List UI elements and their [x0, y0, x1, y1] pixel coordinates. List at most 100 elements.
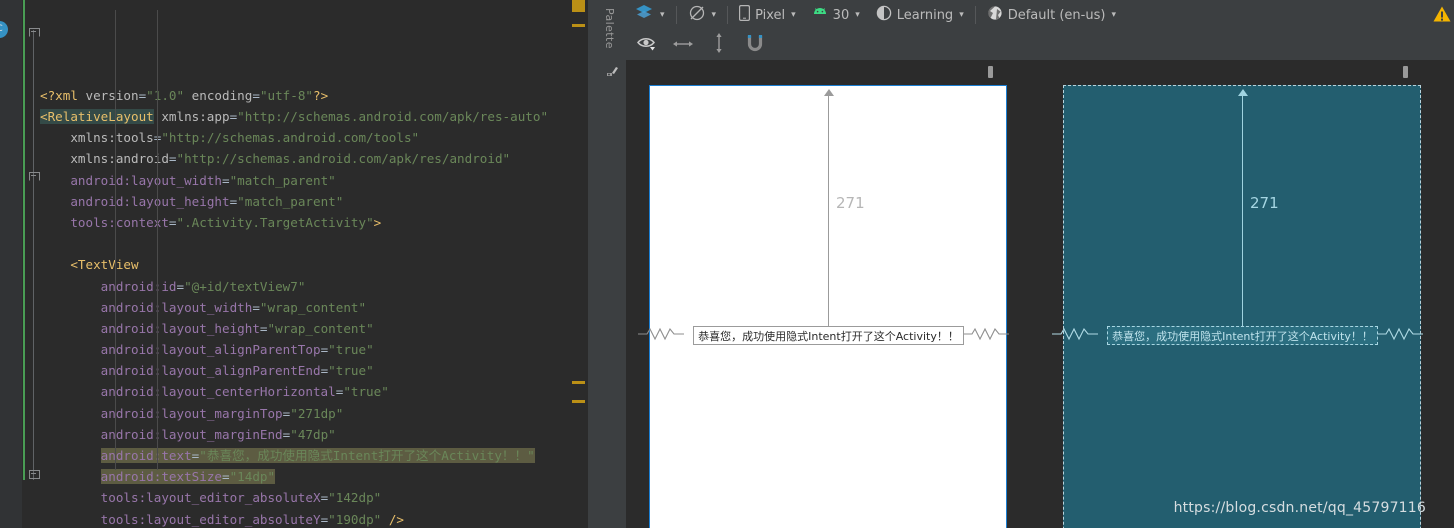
indent-guide	[115, 10, 116, 470]
code-token: "@+id/textView7"	[184, 278, 306, 294]
device-preview-design[interactable]: 271 恭喜您，成功使用隐式Intent打开了这个Activity！！	[638, 85, 1009, 528]
code-line[interactable]: android:textSize="14dp"	[40, 466, 570, 487]
chevron-down-icon[interactable]: ▾	[959, 10, 964, 20]
code-token: android:layout_width	[100, 299, 253, 315]
palette-tool-strip[interactable]: Palette	[600, 0, 626, 528]
fold-toggle-end-icon[interactable]	[28, 468, 40, 479]
auto-connect-horizontal[interactable]	[668, 30, 698, 60]
xml-code-editor[interactable]: C <?xml version="1.0" encoding="utf-8"?>…	[0, 0, 600, 528]
code-text-area[interactable]: <?xml version="1.0" encoding="utf-8"?> <R…	[40, 0, 570, 528]
code-token: android:layout_height	[70, 193, 230, 209]
chevron-down-icon[interactable]: ▾	[791, 10, 796, 20]
code-line[interactable]: xmlns:tools="http://schemas.android.com/…	[40, 127, 570, 148]
stripe-warning-marker[interactable]	[572, 400, 585, 403]
fold-toggle-textview-icon[interactable]	[28, 170, 40, 181]
palette-label[interactable]: Palette	[603, 8, 616, 49]
chevron-down-icon[interactable]: ▾	[712, 10, 717, 20]
code-token: android:layout_height	[100, 320, 260, 336]
code-line[interactable]: android:text="恭喜您，成功使用隐式Intent打开了这个Activ…	[40, 445, 570, 466]
magnet-snap-toggle[interactable]	[740, 30, 770, 60]
api-level-selector[interactable]: 30 ▾	[804, 0, 868, 30]
code-line[interactable]: android:layout_centerHorizontal="true"	[40, 381, 570, 402]
design-surface-pane: Palette ▾ ▾ Pixel ▾ 30 ▾ Learning ▾ Defa…	[600, 0, 1454, 528]
show-constraints-toggle[interactable]	[632, 30, 662, 60]
code-token: xmlns:app	[153, 109, 230, 124]
code-line[interactable]: <RelativeLayout xmlns:app="http://schema…	[40, 106, 570, 127]
code-token: "match_parent"	[229, 172, 336, 188]
design-toolbar[interactable]: ▾ ▾ Pixel ▾ 30 ▾ Learning ▾ Default (en-…	[626, 0, 1454, 30]
code-token: encoding	[184, 87, 253, 103]
code-line[interactable]: android:id="@+id/textView7"	[40, 276, 570, 297]
api-level-label: 30	[832, 7, 850, 23]
textview-widget-design[interactable]: 恭喜您，成功使用隐式Intent打开了这个Activity！！	[693, 326, 964, 345]
code-token: "true"	[343, 384, 389, 400]
textview-widget-blueprint[interactable]: 恭喜您，成功使用隐式Intent打开了这个Activity！！	[1107, 326, 1378, 345]
code-line[interactable]: android:layout_height="wrap_content"	[40, 318, 570, 339]
code-token: "271dp"	[290, 405, 344, 421]
warning-icon[interactable]	[1432, 4, 1452, 28]
code-token: android:layout_marginEnd	[100, 426, 283, 442]
design-canvas[interactable]: 271 恭喜您，成功使用隐式Intent打开了这个Activity！！ 271	[626, 61, 1454, 528]
code-line[interactable]: tools:context=".Activity.TargetActivity"…	[40, 212, 570, 233]
auto-connect-vertical[interactable]	[704, 30, 734, 60]
canvas-resize-nub[interactable]	[988, 66, 993, 78]
code-line[interactable]: tools:layout_editor_absoluteY="190dp" />	[40, 509, 570, 528]
code-token: android:layout_alignParentEnd	[100, 363, 321, 379]
code-line[interactable]: android:layout_width="wrap_content"	[40, 297, 570, 318]
code-line[interactable]	[40, 233, 570, 254]
locale-selector[interactable]: Default (en-us) ▾	[979, 0, 1124, 30]
code-token: tools:context	[70, 214, 169, 230]
magnet-icon	[745, 33, 765, 57]
theme-selector[interactable]: Learning ▾	[868, 0, 972, 30]
device-label: Pixel	[755, 7, 786, 23]
code-token: =	[252, 87, 260, 103]
android-studio-layout-editor: C <?xml version="1.0" encoding="utf-8"?>…	[0, 0, 1454, 528]
chevron-down-icon[interactable]: ▾	[855, 10, 860, 20]
code-line[interactable]: android:layout_alignParentEnd="true"	[40, 360, 570, 381]
code-token: <RelativeLayout	[40, 109, 154, 124]
stripe-warning-marker[interactable]	[572, 0, 585, 12]
code-line[interactable]: android:layout_width="match_parent"	[40, 170, 570, 191]
code-token: "47dp"	[290, 426, 336, 442]
code-token: />	[381, 511, 404, 527]
code-line[interactable]: xmlns:android="http://schemas.android.co…	[40, 148, 570, 169]
code-line[interactable]: android:layout_marginTop="271dp"	[40, 403, 570, 424]
device-selector[interactable]: Pixel ▾	[731, 0, 804, 30]
eye-icon	[636, 34, 658, 56]
orientation-button[interactable]: ▾	[680, 0, 725, 30]
palette-icon[interactable]	[606, 62, 620, 76]
editor-error-stripe[interactable]	[570, 0, 588, 528]
fold-toggle-root-icon[interactable]	[28, 26, 40, 37]
code-token: "true"	[328, 342, 374, 358]
code-token: <TextView	[70, 257, 139, 273]
code-token: "190dp"	[328, 511, 382, 527]
code-token: =	[222, 469, 230, 485]
canvas-resize-nub[interactable]	[1403, 66, 1408, 78]
code-token: "http://schemas.android.com/apk/res/andr…	[176, 151, 511, 167]
device-preview-blueprint[interactable]: 271 恭喜您，成功使用隐式Intent打开了这个Activity！！	[1052, 85, 1423, 528]
toolbar-divider	[727, 6, 729, 24]
android-icon	[812, 7, 828, 23]
editor-annotation-gutter[interactable]	[0, 0, 22, 528]
chevron-down-icon[interactable]: ▾	[660, 10, 665, 20]
code-line[interactable]: android:layout_height="match_parent"	[40, 191, 570, 212]
code-line[interactable]: <?xml version="1.0" encoding="utf-8"?>	[40, 85, 570, 106]
code-line[interactable]: android:layout_alignParentTop="true"	[40, 339, 570, 360]
code-line[interactable]: <TextView	[40, 254, 570, 275]
code-token: android:layout_centerHorizontal	[100, 384, 336, 400]
stripe-warning-marker[interactable]	[572, 24, 585, 27]
spring-connector-left-icon	[638, 327, 684, 341]
locale-label: Default (en-us)	[1007, 7, 1106, 23]
code-token: ".Activity.TargetActivity"	[176, 214, 374, 230]
code-token: android:layout_alignParentTop	[100, 342, 321, 358]
view-mode-button[interactable]: ▾	[626, 0, 673, 30]
constraint-toolbar[interactable]: ?	[626, 30, 1454, 85]
code-folding-rail[interactable]	[28, 0, 40, 528]
stripe-warning-marker[interactable]	[572, 381, 585, 384]
chevron-down-icon[interactable]: ▾	[1111, 10, 1116, 20]
phone-icon	[739, 5, 751, 25]
code-line[interactable]: android:layout_marginEnd="47dp"	[40, 424, 570, 445]
code-line[interactable]: tools:layout_editor_absoluteX="142dp"	[40, 487, 570, 508]
code-lines[interactable]: <?xml version="1.0" encoding="utf-8"?> <R…	[40, 85, 570, 528]
layers-icon	[634, 4, 654, 26]
